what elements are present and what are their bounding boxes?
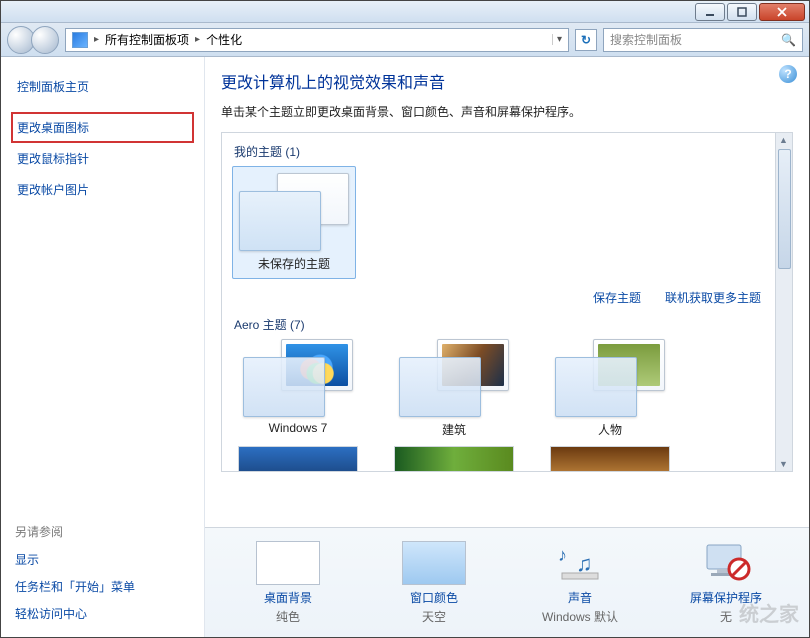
setting-value: 无 xyxy=(666,608,786,625)
setting-value: 天空 xyxy=(374,608,494,625)
sounds-button[interactable]: ♪♫ 声音 Windows 默认 xyxy=(520,541,640,625)
change-mouse-pointers-link[interactable]: 更改鼠标指针 xyxy=(15,143,194,174)
sounds-icon: ♪♫ xyxy=(548,541,612,585)
aero-themes-header: Aero 主题 (7) xyxy=(234,316,765,333)
nav-buttons xyxy=(7,26,59,54)
address-bar-row: ▸ 所有控制面板项 ▸ 个性化 ▾ ↻ 搜索控制面板 🔍 xyxy=(1,23,809,57)
page-subtitle: 单击某个主题立即更改桌面背景、窗口颜色、声音和屏幕保护程序。 xyxy=(221,103,793,120)
theme-label: Windows 7 xyxy=(238,421,358,435)
setting-value: Windows 默认 xyxy=(520,608,640,625)
theme-thumbnail xyxy=(555,339,665,417)
theme-thumbnail xyxy=(243,339,353,417)
screensaver-button[interactable]: 屏幕保护程序 无 xyxy=(666,541,786,625)
theme-item-architecture[interactable]: 建筑 xyxy=(394,339,514,438)
related-links: 另请参阅 显示 任务栏和「开始」菜单 轻松访问中心 xyxy=(15,509,194,627)
setting-title: 声音 xyxy=(520,589,640,606)
desktop-background-button[interactable]: 桌面背景 纯色 xyxy=(228,541,348,625)
window-color-icon xyxy=(402,541,466,585)
control-panel-home-link[interactable]: 控制面板主页 xyxy=(15,71,194,102)
svg-text:♪: ♪ xyxy=(558,545,567,565)
display-link[interactable]: 显示 xyxy=(15,546,194,573)
breadcrumb-item[interactable]: 个性化 xyxy=(206,31,242,48)
close-button[interactable] xyxy=(759,3,805,21)
content-pane: ? 更改计算机上的视觉效果和声音 单击某个主题立即更改桌面背景、窗口颜色、声音和… xyxy=(205,57,809,637)
themes-list: 我的主题 (1) 未保存的主题 保存主题 联机获取更多主题 Aero 主题 (7… xyxy=(221,132,793,472)
theme-item[interactable] xyxy=(238,446,358,471)
svg-text:♫: ♫ xyxy=(576,551,593,576)
theme-row-partial xyxy=(232,446,765,471)
my-themes-header: 我的主题 (1) xyxy=(234,143,765,160)
theme-label: 未保存的主题 xyxy=(239,255,349,272)
control-panel-icon xyxy=(72,32,88,48)
theme-item-characters[interactable]: 人物 xyxy=(550,339,670,438)
scrollbar[interactable] xyxy=(775,133,792,471)
theme-thumbnail xyxy=(399,339,509,417)
address-dropdown-icon[interactable]: ▾ xyxy=(552,34,562,45)
sidebar: 控制面板主页 更改桌面图标 更改鼠标指针 更改帐户图片 另请参阅 显示 任务栏和… xyxy=(1,57,205,637)
save-theme-link[interactable]: 保存主题 xyxy=(593,289,641,306)
minimize-button[interactable] xyxy=(695,3,725,21)
scrollbar-thumb[interactable] xyxy=(778,149,791,269)
breadcrumb-bar[interactable]: ▸ 所有控制面板项 ▸ 个性化 ▾ xyxy=(65,28,569,52)
theme-label: 人物 xyxy=(550,421,670,438)
setting-title: 屏幕保护程序 xyxy=(666,589,786,606)
page-title: 更改计算机上的视觉效果和声音 xyxy=(221,69,793,93)
theme-thumbnail xyxy=(239,173,349,251)
related-header: 另请参阅 xyxy=(15,523,194,546)
theme-item[interactable] xyxy=(550,446,670,471)
search-icon: 🔍 xyxy=(781,33,796,47)
taskbar-startmenu-link[interactable]: 任务栏和「开始」菜单 xyxy=(15,573,194,600)
ease-of-access-link[interactable]: 轻松访问中心 xyxy=(15,600,194,627)
setting-value: 纯色 xyxy=(228,608,348,625)
breadcrumb-item[interactable]: 所有控制面板项 xyxy=(105,31,189,48)
change-account-picture-link[interactable]: 更改帐户图片 xyxy=(15,174,194,205)
refresh-button[interactable]: ↻ xyxy=(575,29,597,51)
forward-button[interactable] xyxy=(31,26,59,54)
desktop-background-icon xyxy=(256,541,320,585)
setting-title: 窗口颜色 xyxy=(374,589,494,606)
chevron-right-icon: ▸ xyxy=(94,34,99,45)
search-input[interactable]: 搜索控制面板 🔍 xyxy=(603,28,803,52)
theme-label: 建筑 xyxy=(394,421,514,438)
setting-title: 桌面背景 xyxy=(228,589,348,606)
get-more-themes-link[interactable]: 联机获取更多主题 xyxy=(665,289,761,306)
theme-item-unsaved[interactable]: 未保存的主题 xyxy=(232,166,356,279)
search-placeholder: 搜索控制面板 xyxy=(610,31,781,48)
theme-item-windows7[interactable]: Windows 7 xyxy=(238,339,358,438)
window-color-button[interactable]: 窗口颜色 天空 xyxy=(374,541,494,625)
maximize-button[interactable] xyxy=(727,3,757,21)
change-desktop-icons-link[interactable]: 更改桌面图标 xyxy=(11,112,194,143)
help-icon[interactable]: ? xyxy=(779,65,797,83)
window-titlebar xyxy=(1,1,809,23)
theme-item[interactable] xyxy=(394,446,514,471)
screensaver-icon xyxy=(694,541,758,585)
chevron-right-icon: ▸ xyxy=(195,34,200,45)
theme-settings-bar: 桌面背景 纯色 窗口颜色 天空 ♪♫ 声音 Windows 默认 屏幕保护程序 xyxy=(205,527,809,637)
